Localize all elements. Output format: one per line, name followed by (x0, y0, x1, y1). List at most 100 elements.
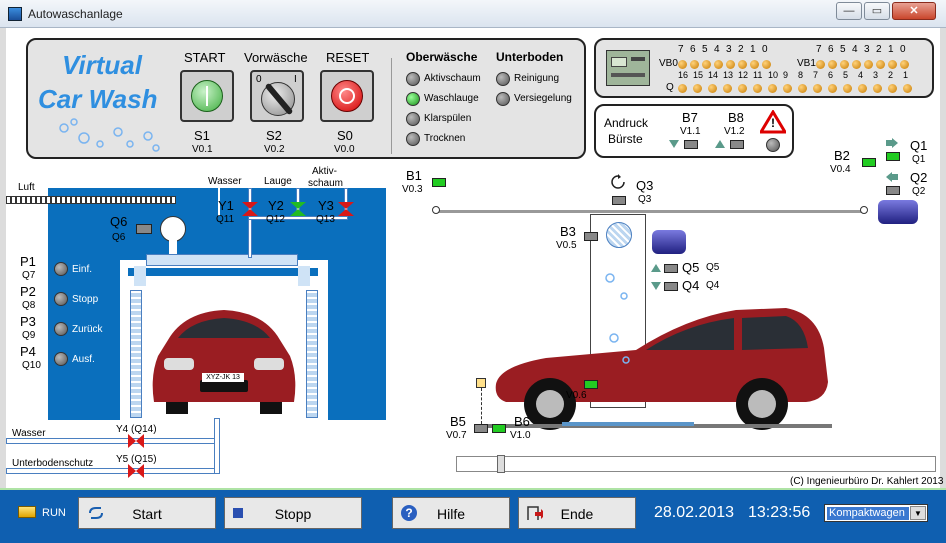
plc-q-bit-label: 8 (798, 70, 804, 80)
maximize-button[interactable]: ▭ (864, 2, 890, 20)
side-brush-left (130, 290, 142, 418)
plc-q-bit-dot (873, 84, 882, 93)
valve-y5-icon (128, 464, 144, 478)
plc-bit-dot (702, 60, 711, 69)
plc-q-bit-label: 13 (723, 70, 734, 80)
y2-label: Y2 (268, 198, 284, 213)
plc-q-bit-dot (738, 84, 747, 93)
minimize-button[interactable]: — (836, 2, 862, 20)
plc-bit-dot (888, 60, 897, 69)
plc-bit-label: 3 (864, 44, 870, 55)
stop-button[interactable]: Stopp (224, 497, 362, 529)
q5-label: Q5 (682, 260, 700, 275)
sensor-b1 (432, 178, 446, 187)
y3-q-label: Q13 (316, 214, 335, 225)
reset-button-s0[interactable] (320, 70, 374, 122)
car-position-track[interactable] (456, 455, 936, 473)
b6-addr: V1.0 (510, 430, 531, 441)
lamp-label-stop: Stopp (72, 294, 99, 305)
start-button-label: Start (132, 506, 162, 522)
water-label: Wasser (208, 176, 242, 187)
car-position-thumb[interactable] (497, 455, 505, 473)
p3-q-label: Q9 (22, 330, 36, 341)
plc-bit-dot (840, 60, 849, 69)
plc-bit-label: 5 (840, 44, 846, 55)
brush-pressure-panel: Andruck Bürste B7 V1.1 B8 V1.2 ! (594, 104, 794, 158)
underbody-label-cleaning: Reinigung (514, 73, 560, 84)
program-label-rinse: Klarspülen (424, 113, 472, 124)
car-type-value: Kompaktwagen (827, 507, 909, 520)
end-button[interactable]: Ende (518, 497, 636, 529)
underbody-lamp-sealing[interactable] (496, 92, 510, 106)
gantry-motor (878, 200, 918, 224)
pipe-y1 (248, 188, 252, 258)
s2-addr: V0.2 (264, 144, 285, 155)
plc-q-bit-label: 1 (903, 70, 909, 80)
brand-line2: Car Wash (38, 84, 158, 114)
b2-addr: V0.4 (830, 164, 851, 175)
plc-q-bit-label: 2 (888, 70, 894, 80)
window-title: Autowaschanlage (28, 7, 123, 21)
rail-end-left (432, 206, 440, 214)
indicator-q2 (886, 186, 900, 195)
help-button-label: Hilfe (436, 506, 465, 522)
rotate-icon (611, 174, 625, 189)
roof-brush (606, 222, 632, 248)
b8-addr: V1.2 (724, 126, 745, 137)
close-button[interactable]: ✕ (892, 2, 936, 20)
plc-bit-dot (690, 60, 699, 69)
plc-bit-dot (864, 60, 873, 69)
light-barrier-beam (481, 388, 482, 424)
foam-label-2: schaum (308, 178, 344, 189)
underbody-lamp-cleaning[interactable] (496, 72, 510, 86)
program-lamp-dry[interactable] (406, 132, 420, 146)
plc-q-bit-dot (828, 84, 837, 93)
program-lamp-wash-lye[interactable] (406, 92, 420, 106)
plc-q-bit-label: 5 (843, 70, 849, 80)
plc-bit-label: 4 (852, 44, 858, 55)
run-label: RUN (42, 507, 66, 519)
car-type-select[interactable]: Kompaktwagen ▼ (824, 504, 928, 522)
plc-bit-dot (762, 60, 771, 69)
program-lamp-active-foam[interactable] (406, 72, 420, 86)
arrow-left-icon (886, 172, 898, 182)
b7-addr: V1.1 (680, 126, 701, 137)
sensor-b2 (862, 158, 876, 167)
sensor-b5 (474, 424, 488, 433)
y5-label: Y5 (Q15) (116, 454, 157, 465)
b8-label: B8 (728, 110, 744, 125)
p4-label: P4 (20, 344, 36, 359)
program-lamp-rinse[interactable] (406, 112, 420, 126)
lamp-label-back: Zurück (72, 324, 103, 335)
plc-q-bit-label: 11 (753, 70, 763, 80)
control-bar-accent (0, 488, 946, 490)
plc-bit-label: 0 (762, 44, 768, 55)
plc-q-bit-label: 7 (813, 70, 819, 80)
help-button[interactable]: ? Hilfe (392, 497, 510, 529)
plc-q-bit-label: 6 (828, 70, 834, 80)
car-front-view (152, 310, 296, 414)
plc-bit-dot (678, 60, 687, 69)
start-label: START (184, 50, 226, 65)
pre-wash-switch-s2[interactable]: 0 I (250, 70, 304, 122)
arrow-right-icon (886, 138, 898, 148)
arrow-down-icon (669, 140, 679, 148)
lamp-label-drive-in: Einf. (72, 264, 93, 275)
vb1-label: VB1 (797, 58, 816, 69)
client-area: Virtual Car Wash START Vorwäsche RESET 0… (6, 28, 943, 488)
plc-q-bit-dot (888, 84, 897, 93)
plc-q-bit-dot (753, 84, 762, 93)
plc-q-bit-label: 15 (693, 70, 704, 80)
q3-label: Q3 (636, 178, 654, 193)
start-button-s1[interactable] (180, 70, 234, 122)
lamp-drive-out (54, 352, 68, 366)
plc-q-bit-dot (903, 84, 912, 93)
chevron-down-icon[interactable]: ▼ (910, 506, 926, 520)
top-wash-header: Oberwäsche (406, 50, 478, 64)
start-button[interactable]: Start (78, 497, 216, 529)
q2-sub-label: Q2 (912, 186, 926, 197)
s1-addr: V0.1 (192, 144, 213, 155)
plc-bit-label: 5 (702, 44, 708, 55)
run-indicator-icon (18, 506, 36, 518)
plc-q-bit-label: 12 (738, 70, 749, 80)
